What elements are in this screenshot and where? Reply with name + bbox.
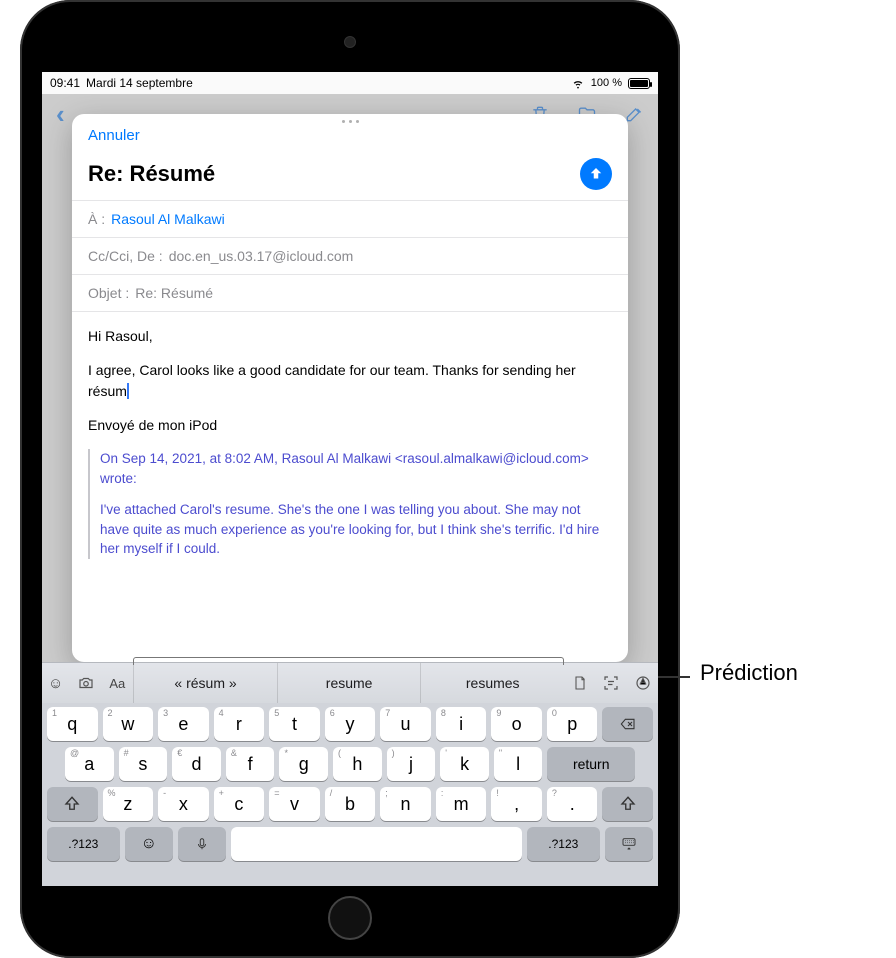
cc-value: doc.en_us.03.17@icloud.com [169, 248, 354, 264]
prediction-bracket [133, 657, 564, 665]
key-row-4: .?123☺.?123 [47, 827, 653, 861]
key-d[interactable]: €d [172, 747, 221, 781]
subject-value: Re: Résumé [135, 285, 213, 301]
status-time: 09:41 [50, 76, 80, 90]
hide-keyboard-key[interactable] [605, 827, 653, 861]
quoted-block: On Sep 14, 2021, at 8:02 AM, Rasoul Al M… [88, 449, 612, 559]
compose-title: Re: Résumé [88, 161, 215, 187]
key-r[interactable]: 4r [214, 707, 265, 741]
key-z[interactable]: %z [103, 787, 154, 821]
key-row-1: 1q2w3e4r5t6y7u8i9o0p [47, 707, 653, 741]
subject-label: Objet : [88, 285, 129, 301]
key-i[interactable]: 8i [436, 707, 487, 741]
cc-field[interactable]: Cc/Cci, De : doc.en_us.03.17@icloud.com [72, 237, 628, 274]
key-j[interactable]: )j [387, 747, 436, 781]
key-f[interactable]: &f [226, 747, 275, 781]
sheet-grabber[interactable] [72, 114, 628, 125]
to-label: À : [88, 211, 105, 227]
numbers-key-left[interactable]: .?123 [47, 827, 120, 861]
battery-text: 100 % [591, 77, 622, 89]
text-cursor [127, 383, 129, 399]
document-icon[interactable] [572, 674, 588, 692]
status-date: Mardi 14 septembre [86, 76, 193, 90]
text-format-icon[interactable]: Aa [109, 676, 125, 691]
body-greeting: Hi Rasoul, [88, 326, 612, 346]
key-s[interactable]: #s [119, 747, 168, 781]
key-v[interactable]: =v [269, 787, 320, 821]
message-body[interactable]: Hi Rasoul, I agree, Carol looks like a g… [72, 311, 628, 662]
key-q[interactable]: 1q [47, 707, 98, 741]
to-field[interactable]: À : Rasoul Al Malkawi [72, 200, 628, 237]
camera-dot [344, 36, 356, 48]
key-l[interactable]: "l [494, 747, 543, 781]
screen: 09:41 Mardi 14 septembre 100 % ‹ [42, 72, 658, 886]
shift-key-left[interactable] [47, 787, 98, 821]
markup-icon[interactable] [634, 674, 652, 692]
key-g[interactable]: *g [279, 747, 328, 781]
prediction-1[interactable]: « résum » [133, 663, 277, 703]
quote-header: On Sep 14, 2021, at 8:02 AM, Rasoul Al M… [100, 449, 612, 488]
key-u[interactable]: 7u [380, 707, 431, 741]
emoji-key[interactable]: ☺ [125, 827, 173, 861]
key-a[interactable]: @a [65, 747, 114, 781]
quote-body: I've attached Carol's resume. She's the … [100, 500, 612, 559]
wifi-icon [571, 76, 585, 90]
compose-sheet: Annuler Re: Résumé À : Rasoul Al Malkawi… [72, 114, 628, 662]
key-o[interactable]: 9o [491, 707, 542, 741]
device-frame: 09:41 Mardi 14 septembre 100 % ‹ [20, 0, 680, 958]
battery-icon [628, 78, 650, 89]
key-n[interactable]: ;n [380, 787, 431, 821]
key-h[interactable]: (h [333, 747, 382, 781]
shift-key-right[interactable] [602, 787, 653, 821]
cc-label: Cc/Cci, De : [88, 248, 163, 264]
send-button[interactable] [580, 158, 612, 190]
key-c[interactable]: +c [214, 787, 265, 821]
prediction-3[interactable]: resumes [420, 663, 564, 703]
key-b[interactable]: /b [325, 787, 376, 821]
numbers-key-right[interactable]: .?123 [527, 827, 600, 861]
emoji-search-icon[interactable]: ☺ [48, 675, 63, 692]
scan-text-icon[interactable] [602, 674, 620, 692]
return-key[interactable]: return [547, 747, 635, 781]
key-row-3: %z-x+c=v/b;n:m!,?. [47, 787, 653, 821]
prediction-2[interactable]: resume [277, 663, 421, 703]
key-e[interactable]: 3e [158, 707, 209, 741]
subject-field[interactable]: Objet : Re: Résumé [72, 274, 628, 311]
key-y[interactable]: 6y [325, 707, 376, 741]
key-t[interactable]: 5t [269, 707, 320, 741]
key-.[interactable]: ?. [547, 787, 598, 821]
home-button[interactable] [328, 896, 372, 940]
cancel-button[interactable]: Annuler [88, 127, 140, 144]
space-key[interactable] [231, 827, 522, 861]
dictation-key[interactable] [178, 827, 226, 861]
key-k[interactable]: 'k [440, 747, 489, 781]
prediction-bar: ☺ Aa « résum » resume resumes [42, 663, 658, 703]
signature: Envoyé de mon iPod [88, 415, 612, 435]
predictions: « résum » resume resumes [133, 663, 564, 703]
delete-key[interactable] [602, 707, 653, 741]
key-w[interactable]: 2w [103, 707, 154, 741]
annotation-label: Prédiction [700, 660, 798, 686]
key-p[interactable]: 0p [547, 707, 598, 741]
key-m[interactable]: :m [436, 787, 487, 821]
key-x[interactable]: -x [158, 787, 209, 821]
key-,[interactable]: !, [491, 787, 542, 821]
to-recipient[interactable]: Rasoul Al Malkawi [111, 211, 225, 227]
camera-icon[interactable] [77, 674, 95, 692]
key-row-2: @a#s€d&f*g(h)j'k"lreturn [47, 747, 653, 781]
status-bar: 09:41 Mardi 14 septembre 100 % [42, 72, 658, 94]
body-line: I agree, Carol looks like a good candida… [88, 360, 612, 401]
keyboard: ☺ Aa « résum » resume resumes [42, 662, 658, 886]
